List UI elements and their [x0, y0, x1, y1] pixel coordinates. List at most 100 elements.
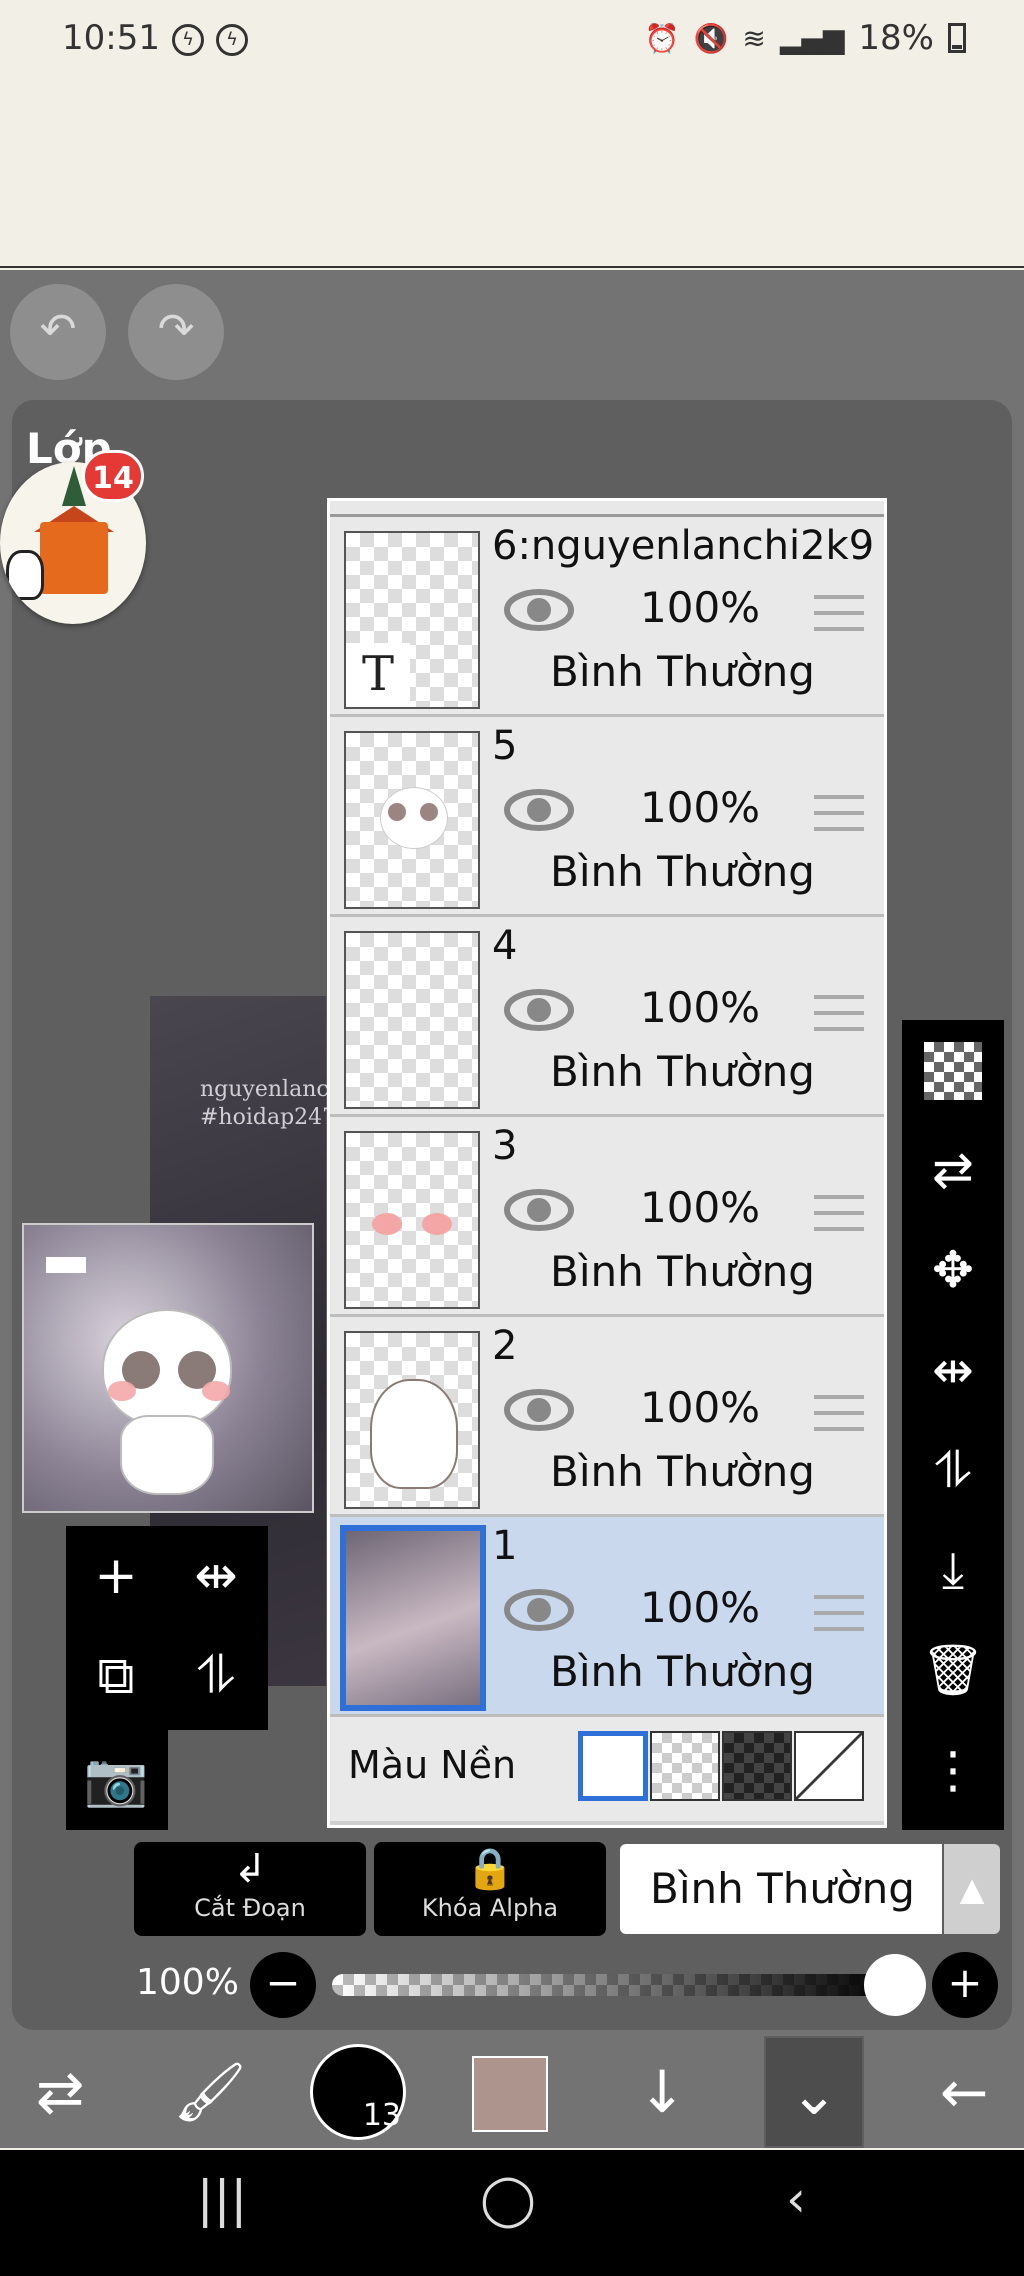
canvas-thumbnail	[22, 1223, 314, 1513]
eye-icon[interactable]	[504, 1187, 574, 1233]
blend-mode-select[interactable]: Bình Thường	[620, 1844, 942, 1934]
transparency-icon[interactable]	[924, 1042, 982, 1100]
right-toolbar: ⇄ ✥ ⇹ ⥮ ⤓ 🗑 ⋮	[902, 1020, 1004, 1830]
drag-handle-icon[interactable]	[814, 595, 864, 631]
notification-badge: 14	[82, 450, 144, 502]
text-layer-icon: T	[346, 643, 410, 707]
eye-icon[interactable]	[504, 987, 574, 1033]
drag-handle-icon[interactable]	[814, 795, 864, 831]
brush-size-button[interactable]: 13	[310, 2044, 406, 2140]
camera-tool-pad: 📷	[66, 1730, 168, 1830]
messenger-icon: ϟ	[172, 24, 204, 56]
trash-icon[interactable]: 🗑	[902, 1620, 1004, 1720]
layer-name: 2	[492, 1323, 518, 1369]
layer-thumbnail	[344, 931, 480, 1109]
battery-icon	[948, 23, 966, 53]
flip-vertical-icon[interactable]: ⥮	[166, 1626, 266, 1726]
status-bar: 10:51 ϟ ϟ ⏰ 🔇 ≋ ▂▄▆ 18%	[0, 0, 1024, 268]
back-icon[interactable]: ‹	[746, 2170, 846, 2228]
add-layer-icon[interactable]: +	[66, 1526, 166, 1626]
layer-row[interactable]: 3 100% Bình Thường	[330, 1117, 884, 1317]
layer-blend-mode: Bình Thường	[550, 647, 815, 696]
more-options-icon[interactable]: ⋮	[902, 1720, 1004, 1820]
eye-icon[interactable]	[504, 1387, 574, 1433]
layer-row[interactable]: 5 100% Bình Thường	[330, 717, 884, 917]
layer-blend-mode: Bình Thường	[550, 1447, 815, 1496]
thumbnail-watermark	[46, 1257, 86, 1273]
eye-icon[interactable]	[504, 1587, 574, 1633]
drag-handle-icon[interactable]	[814, 1595, 864, 1631]
layer-name: 5	[492, 723, 518, 769]
signal-icon: ▂▄▆	[779, 21, 845, 55]
clipping-icon: ↲	[233, 1846, 267, 1892]
alarm-icon: ⏰	[644, 21, 680, 55]
bg-none-option[interactable]	[794, 1731, 864, 1801]
undo-button[interactable]: ↶	[10, 284, 106, 380]
status-icons: ⏰ 🔇 ≋ ▂▄▆ 18%	[645, 18, 966, 58]
layer-name: 3	[492, 1123, 518, 1169]
layer-row-selected[interactable]: 1 100% Bình Thường	[330, 1517, 884, 1717]
duplicate-layer-icon[interactable]: ⧉	[66, 1626, 166, 1726]
status-time: 10:51	[62, 18, 160, 58]
ghost-character	[102, 1309, 232, 1427]
messenger-icon: ϟ	[216, 24, 248, 56]
bg-transparent-dark-option[interactable]	[722, 1731, 792, 1801]
collapse-icon[interactable]: ⌄	[764, 2036, 864, 2148]
layer-tool-pad: + ⇹ ⧉ ⥮	[66, 1526, 268, 1730]
layer-opacity: 100%	[640, 1383, 761, 1432]
opacity-decrease-button[interactable]: −	[250, 1952, 316, 2018]
color-swatch[interactable]	[472, 2056, 548, 2132]
arrow-down-icon[interactable]: ↓	[612, 2036, 712, 2148]
brush-size-value: 13	[362, 2098, 401, 2133]
battery-percent: 18%	[858, 18, 934, 58]
flip-horizontal-icon[interactable]: ⇹	[902, 1320, 1004, 1420]
layer-name: 4	[492, 923, 518, 969]
eye-icon[interactable]	[504, 587, 574, 633]
mute-icon: 🔇	[693, 21, 729, 55]
flip-vertical-icon[interactable]: ⥮	[902, 1420, 1004, 1520]
clipping-button[interactable]: ↲ Cắt Đoạn	[134, 1842, 366, 1936]
opacity-slider-handle[interactable]	[864, 1954, 926, 2016]
background-color-row: Màu Nền	[330, 1717, 884, 1821]
lock-icon: 🔒	[465, 1846, 515, 1892]
move-icon[interactable]: ✥	[902, 1220, 1004, 1320]
bg-white-option[interactable]	[578, 1731, 648, 1801]
home-icon[interactable]: ◯	[458, 2170, 558, 2228]
layer-row[interactable]: T 6:nguyenlanchi2k9 100% Bình Thường	[330, 517, 884, 717]
flip-horizontal-icon[interactable]: ⇹	[166, 1526, 266, 1626]
bg-transparent-light-option[interactable]	[650, 1731, 720, 1801]
clipping-label: Cắt Đoạn	[194, 1894, 306, 1922]
redo-button[interactable]: ↷	[128, 284, 224, 380]
layer-blend-mode: Bình Thường	[550, 847, 815, 896]
drag-handle-icon[interactable]	[814, 1395, 864, 1431]
wifi-icon: ≋	[742, 21, 766, 55]
dropdown-arrow-icon[interactable]: ▲	[944, 1844, 1000, 1934]
dog-icon	[6, 550, 44, 600]
swap-tool-icon[interactable]: ⇄	[10, 2036, 110, 2148]
alpha-lock-label: Khóa Alpha	[421, 1894, 559, 1922]
layer-row[interactable]: 2 100% Bình Thường	[330, 1317, 884, 1517]
back-arrow-icon[interactable]: ←	[914, 2036, 1014, 2148]
layer-row[interactable]: 4 100% Bình Thường	[330, 917, 884, 1117]
opacity-increase-button[interactable]: +	[932, 1952, 998, 2018]
layers-list: T 6:nguyenlanchi2k9 100% Bình Thường 5 1…	[327, 498, 887, 1828]
alpha-lock-button[interactable]: 🔒 Khóa Alpha	[374, 1842, 606, 1936]
layer-opacity: 100%	[640, 1183, 761, 1232]
doghouse-icon	[40, 522, 108, 594]
recent-apps-icon[interactable]: |||	[172, 2170, 272, 2228]
merge-down-icon[interactable]: ⤓	[902, 1520, 1004, 1620]
drag-handle-icon[interactable]	[814, 995, 864, 1031]
camera-icon[interactable]: 📷	[66, 1730, 166, 1830]
layer-blend-mode: Bình Thường	[550, 1247, 815, 1296]
transfer-layer-icon[interactable]: ⇄	[902, 1120, 1004, 1220]
layer-thumbnail	[344, 1331, 480, 1509]
opacity-slider[interactable]	[332, 1974, 896, 1996]
layer-opacity: 100%	[640, 983, 761, 1032]
layer-opacity: 100%	[640, 1583, 761, 1632]
drag-handle-icon[interactable]	[814, 1195, 864, 1231]
brush-icon[interactable]: 🖌	[160, 2036, 260, 2148]
opacity-label: 100%	[136, 1962, 239, 2003]
eye-icon[interactable]	[504, 787, 574, 833]
layer-blend-mode: Bình Thường	[550, 1047, 815, 1096]
layer-thumbnail	[340, 1525, 486, 1711]
